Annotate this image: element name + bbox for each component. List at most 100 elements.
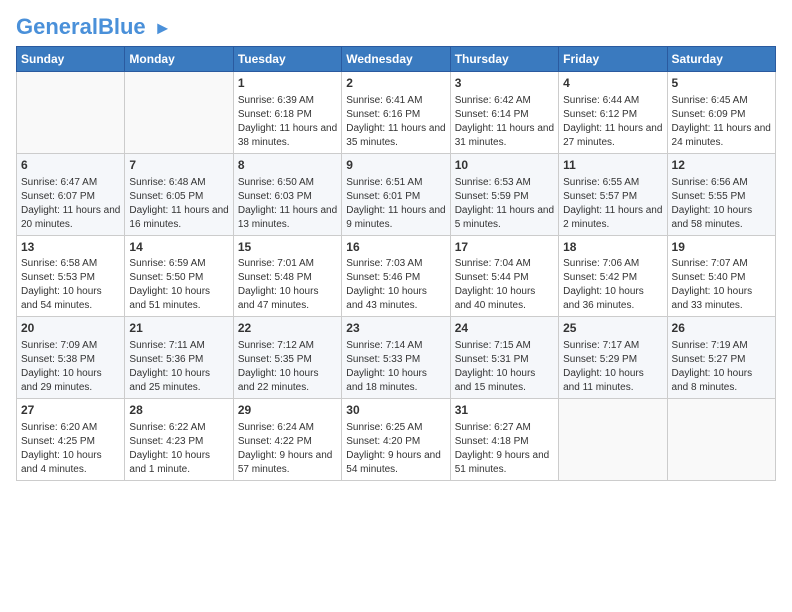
day-number: 26 — [672, 320, 771, 337]
day-number: 1 — [238, 75, 337, 92]
day-number: 23 — [346, 320, 445, 337]
day-info: Sunrise: 6:56 AM Sunset: 5:55 PM Dayligh… — [672, 176, 771, 232]
calendar-cell: 10Sunrise: 6:53 AM Sunset: 5:59 PM Dayli… — [450, 153, 558, 235]
day-info: Sunrise: 7:06 AM Sunset: 5:42 PM Dayligh… — [563, 257, 662, 313]
calendar-cell: 21Sunrise: 7:11 AM Sunset: 5:36 PM Dayli… — [125, 317, 233, 399]
day-info: Sunrise: 6:20 AM Sunset: 4:25 PM Dayligh… — [21, 421, 120, 477]
day-number: 25 — [563, 320, 662, 337]
day-info: Sunrise: 6:55 AM Sunset: 5:57 PM Dayligh… — [563, 176, 662, 232]
day-info: Sunrise: 7:03 AM Sunset: 5:46 PM Dayligh… — [346, 257, 445, 313]
day-info: Sunrise: 6:27 AM Sunset: 4:18 PM Dayligh… — [455, 421, 554, 477]
logo-text: GeneralBlue ► — [16, 16, 172, 38]
day-info: Sunrise: 6:41 AM Sunset: 6:16 PM Dayligh… — [346, 94, 445, 150]
day-number: 8 — [238, 157, 337, 174]
day-number: 10 — [455, 157, 554, 174]
day-info: Sunrise: 7:07 AM Sunset: 5:40 PM Dayligh… — [672, 257, 771, 313]
column-header-thursday: Thursday — [450, 47, 558, 72]
day-info: Sunrise: 6:22 AM Sunset: 4:23 PM Dayligh… — [129, 421, 228, 477]
day-info: Sunrise: 7:12 AM Sunset: 5:35 PM Dayligh… — [238, 339, 337, 395]
column-header-monday: Monday — [125, 47, 233, 72]
calendar-cell: 5 Sunrise: 6:45 AM Sunset: 6:09 PM Daylig… — [667, 72, 775, 154]
calendar-cell: 2 Sunrise: 6:41 AM Sunset: 6:16 PM Daylig… — [342, 72, 450, 154]
day-number: 9 — [346, 157, 445, 174]
day-info: Sunrise: 6:58 AM Sunset: 5:53 PM Dayligh… — [21, 257, 120, 313]
calendar-cell: 23 Sunrise: 7:14 AM Sunset: 5:33 PM Dayli… — [342, 317, 450, 399]
day-number: 16 — [346, 239, 445, 256]
day-number: 28 — [129, 402, 228, 419]
day-info: Sunrise: 6:50 AM Sunset: 6:03 PM Dayligh… — [238, 176, 337, 232]
calendar-cell: 17Sunrise: 7:04 AM Sunset: 5:44 PM Dayli… — [450, 235, 558, 317]
calendar-cell: 25 Sunrise: 7:17 AM Sunset: 5:29 PM Dayli… — [559, 317, 667, 399]
day-info: Sunrise: 6:51 AM Sunset: 6:01 PM Dayligh… — [346, 176, 445, 232]
calendar-header-row: SundayMondayTuesdayWednesdayThursdayFrid… — [17, 47, 776, 72]
logo-general: General — [16, 14, 98, 39]
column-header-saturday: Saturday — [667, 47, 775, 72]
calendar-cell: 14Sunrise: 6:59 AM Sunset: 5:50 PM Dayli… — [125, 235, 233, 317]
calendar-cell — [559, 399, 667, 481]
day-info: Sunrise: 7:15 AM Sunset: 5:31 PM Dayligh… — [455, 339, 554, 395]
day-info: Sunrise: 7:17 AM Sunset: 5:29 PM Dayligh… — [563, 339, 662, 395]
day-info: Sunrise: 7:09 AM Sunset: 5:38 PM Dayligh… — [21, 339, 120, 395]
calendar-cell: 16Sunrise: 7:03 AM Sunset: 5:46 PM Dayli… — [342, 235, 450, 317]
day-number: 3 — [455, 75, 554, 92]
day-number: 30 — [346, 402, 445, 419]
day-number: 18 — [563, 239, 662, 256]
calendar-cell: 15Sunrise: 7:01 AM Sunset: 5:48 PM Dayli… — [233, 235, 341, 317]
calendar-cell: 18Sunrise: 7:06 AM Sunset: 5:42 PM Dayli… — [559, 235, 667, 317]
calendar-cell: 8 Sunrise: 6:50 AM Sunset: 6:03 PM Daylig… — [233, 153, 341, 235]
day-number: 5 — [672, 75, 771, 92]
calendar-cell: 9 Sunrise: 6:51 AM Sunset: 6:01 PM Daylig… — [342, 153, 450, 235]
day-info: Sunrise: 6:24 AM Sunset: 4:22 PM Dayligh… — [238, 421, 337, 477]
calendar-cell: 4 Sunrise: 6:44 AM Sunset: 6:12 PM Daylig… — [559, 72, 667, 154]
calendar-week-5: 27Sunrise: 6:20 AM Sunset: 4:25 PM Dayli… — [17, 399, 776, 481]
day-number: 11 — [563, 157, 662, 174]
day-number: 19 — [672, 239, 771, 256]
calendar-week-1: 1Sunrise: 6:39 AM Sunset: 6:18 PM Daylig… — [17, 72, 776, 154]
day-number: 21 — [129, 320, 228, 337]
day-number: 12 — [672, 157, 771, 174]
day-number: 2 — [346, 75, 445, 92]
calendar-cell: 1Sunrise: 6:39 AM Sunset: 6:18 PM Daylig… — [233, 72, 341, 154]
day-info: Sunrise: 6:59 AM Sunset: 5:50 PM Dayligh… — [129, 257, 228, 313]
logo-icon: ► — [154, 18, 172, 38]
calendar-week-4: 20 Sunrise: 7:09 AM Sunset: 5:38 PM Dayli… — [17, 317, 776, 399]
page-header: GeneralBlue ► — [16, 16, 776, 38]
calendar-cell: 26Sunrise: 7:19 AM Sunset: 5:27 PM Dayli… — [667, 317, 775, 399]
calendar-cell: 29 Sunrise: 6:24 AM Sunset: 4:22 PM Dayli… — [233, 399, 341, 481]
day-info: Sunrise: 6:25 AM Sunset: 4:20 PM Dayligh… — [346, 421, 445, 477]
day-number: 6 — [21, 157, 120, 174]
day-info: Sunrise: 6:42 AM Sunset: 6:14 PM Dayligh… — [455, 94, 554, 150]
calendar-cell: 22Sunrise: 7:12 AM Sunset: 5:35 PM Dayli… — [233, 317, 341, 399]
calendar-table: SundayMondayTuesdayWednesdayThursdayFrid… — [16, 46, 776, 481]
day-number: 24 — [455, 320, 554, 337]
logo: GeneralBlue ► — [16, 16, 172, 38]
day-info: Sunrise: 6:45 AM Sunset: 6:09 PM Dayligh… — [672, 94, 771, 150]
calendar-cell: 30 Sunrise: 6:25 AM Sunset: 4:20 PM Dayli… — [342, 399, 450, 481]
day-info: Sunrise: 6:48 AM Sunset: 6:05 PM Dayligh… — [129, 176, 228, 232]
calendar-cell — [667, 399, 775, 481]
day-info: Sunrise: 6:47 AM Sunset: 6:07 PM Dayligh… — [21, 176, 120, 232]
logo-blue: Blue — [98, 14, 146, 39]
day-number: 4 — [563, 75, 662, 92]
day-number: 14 — [129, 239, 228, 256]
calendar-cell — [17, 72, 125, 154]
calendar-cell: 31Sunrise: 6:27 AM Sunset: 4:18 PM Dayli… — [450, 399, 558, 481]
calendar-cell: 6 Sunrise: 6:47 AM Sunset: 6:07 PM Daylig… — [17, 153, 125, 235]
day-info: Sunrise: 7:01 AM Sunset: 5:48 PM Dayligh… — [238, 257, 337, 313]
day-info: Sunrise: 6:44 AM Sunset: 6:12 PM Dayligh… — [563, 94, 662, 150]
calendar-cell: 28 Sunrise: 6:22 AM Sunset: 4:23 PM Dayli… — [125, 399, 233, 481]
day-info: Sunrise: 7:14 AM Sunset: 5:33 PM Dayligh… — [346, 339, 445, 395]
calendar-cell: 27Sunrise: 6:20 AM Sunset: 4:25 PM Dayli… — [17, 399, 125, 481]
day-number: 20 — [21, 320, 120, 337]
calendar-cell: 11 Sunrise: 6:55 AM Sunset: 5:57 PM Dayli… — [559, 153, 667, 235]
calendar-cell: 7 Sunrise: 6:48 AM Sunset: 6:05 PM Daylig… — [125, 153, 233, 235]
calendar-week-3: 13Sunrise: 6:58 AM Sunset: 5:53 PM Dayli… — [17, 235, 776, 317]
day-number: 7 — [129, 157, 228, 174]
column-header-tuesday: Tuesday — [233, 47, 341, 72]
calendar-cell: 12 Sunrise: 6:56 AM Sunset: 5:55 PM Dayli… — [667, 153, 775, 235]
day-number: 29 — [238, 402, 337, 419]
column-header-sunday: Sunday — [17, 47, 125, 72]
calendar-cell — [125, 72, 233, 154]
calendar-cell: 13Sunrise: 6:58 AM Sunset: 5:53 PM Dayli… — [17, 235, 125, 317]
calendar-week-2: 6 Sunrise: 6:47 AM Sunset: 6:07 PM Daylig… — [17, 153, 776, 235]
